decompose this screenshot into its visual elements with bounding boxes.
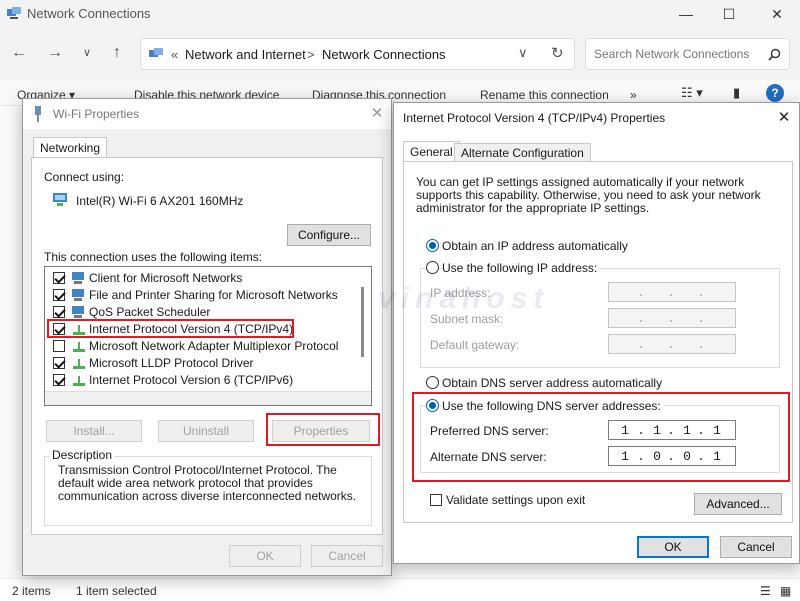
advanced-button[interactable]: Advanced...	[694, 493, 782, 515]
protocol-icon	[73, 359, 85, 369]
configure-button[interactable]: Configure...	[287, 224, 371, 246]
obtain-dns-auto-label[interactable]: Obtain DNS server address automatically	[442, 376, 662, 390]
dns-highlight-box	[412, 392, 790, 482]
subnet-mask-input[interactable]: ...	[608, 308, 736, 328]
address-dropdown-icon[interactable]: ∨	[518, 45, 528, 61]
breadcrumb-network-and-internet[interactable]: Network and Internet	[185, 47, 306, 62]
rename-button[interactable]: Rename this connection	[480, 88, 609, 102]
properties-highlight-box	[266, 413, 380, 446]
intro-text: You can get IP settings assigned automat…	[416, 175, 761, 215]
window-close-button[interactable]: ✕	[766, 4, 788, 24]
search-icon[interactable]	[768, 48, 781, 61]
item-label: Microsoft Network Adapter Multiplexor Pr…	[89, 339, 339, 353]
item-label: Microsoft LLDP Protocol Driver	[89, 356, 254, 370]
network-folder-icon	[149, 48, 163, 57]
ipv4-dialog-title: Internet Protocol Version 4 (TCP/IPv4) P…	[403, 111, 666, 125]
obtain-ip-auto-radio[interactable]	[426, 239, 439, 252]
minimize-button[interactable]: —	[675, 4, 697, 24]
wifi-ok-button[interactable]: OK	[229, 545, 301, 567]
default-gateway-input[interactable]: ...	[608, 334, 736, 354]
details-view-icon[interactable]: ☰	[760, 584, 771, 598]
breadcrumb-network-connections[interactable]: Network Connections	[322, 47, 446, 62]
wifi-properties-dialog: Wi-Fi Properties ✕ Networking Connect us…	[22, 98, 392, 576]
item-label: Client for Microsoft Networks	[89, 271, 243, 285]
ipv4-dialog-titlebar: Internet Protocol Version 4 (TCP/IPv4) P…	[394, 103, 799, 133]
networking-panel: Connect using: Intel(R) Wi-Fi 6 AX201 16…	[31, 157, 383, 535]
validate-checkbox[interactable]	[430, 494, 442, 506]
list-scrollbar[interactable]	[361, 287, 364, 357]
obtain-ip-auto-label[interactable]: Obtain an IP address automatically	[442, 239, 628, 253]
selection-count: 1 item selected	[76, 584, 157, 598]
description-title: Description	[50, 448, 115, 462]
recent-chevron-icon[interactable]: ∨	[76, 42, 98, 64]
client-network-icon	[72, 272, 84, 284]
tab-general[interactable]: General	[403, 141, 460, 161]
wifi-cancel-button[interactable]: Cancel	[311, 545, 383, 567]
item-checkbox[interactable]	[53, 306, 65, 318]
list-horizontal-scrollbar[interactable]	[45, 391, 371, 405]
item-checkbox[interactable]	[53, 272, 65, 284]
address-input[interactable]: « Network and Internet > Network Connect…	[140, 38, 575, 70]
wifi-dialog-title: Wi-Fi Properties	[53, 107, 140, 121]
address-overflow[interactable]: «	[171, 47, 178, 62]
adapter-name: Intel(R) Wi-Fi 6 AX201 160MHz	[76, 194, 244, 208]
use-following-ip-radio[interactable]	[426, 261, 439, 274]
ipv4-properties-dialog: Internet Protocol Version 4 (TCP/IPv4) P…	[393, 102, 800, 564]
wifi-dialog-close-icon[interactable]: ✕	[365, 103, 389, 125]
network-connections-icon	[7, 7, 21, 19]
item-label: QoS Packet Scheduler	[89, 305, 211, 319]
network-adapter-icon	[53, 193, 67, 206]
wifi-adapter-icon	[35, 106, 41, 122]
item-label: Internet Protocol Version 6 (TCP/IPv6)	[89, 373, 294, 387]
item-checkbox[interactable]	[53, 289, 65, 301]
tiles-view-icon[interactable]: ▦	[780, 584, 791, 598]
default-gateway-label: Default gateway:	[430, 338, 520, 352]
change-view-icon[interactable]: ☷ ▾	[681, 85, 703, 101]
validate-label[interactable]: Validate settings upon exit	[446, 493, 585, 507]
forward-arrow-icon[interactable]: →	[44, 42, 66, 64]
use-following-ip-label[interactable]: Use the following IP address:	[442, 261, 601, 275]
breadcrumb-separator: >	[307, 47, 315, 62]
help-icon[interactable]: ?	[766, 84, 784, 102]
address-bar-row: ← → ∨ ↑ « Network and Internet > Network…	[0, 28, 800, 80]
maximize-button[interactable]: ☐	[718, 4, 740, 24]
search-placeholder: Search Network Connections	[594, 47, 750, 61]
tab-alternate-configuration[interactable]: Alternate Configuration	[454, 143, 591, 161]
wifi-dialog-titlebar: Wi-Fi Properties ✕	[23, 99, 391, 129]
item-checkbox[interactable]	[53, 340, 65, 352]
protocol-icon	[73, 342, 85, 352]
preview-pane-icon[interactable]: ▮	[733, 85, 740, 101]
item-count: 2 items	[12, 584, 51, 598]
general-panel: You can get IP settings assigned automat…	[403, 161, 793, 523]
ipv4-cancel-button[interactable]: Cancel	[720, 536, 792, 558]
explorer-titlebar: Network Connections — ☐ ✕	[0, 0, 800, 28]
obtain-dns-auto-radio[interactable]	[426, 376, 439, 389]
ip-address-input[interactable]: ...	[608, 282, 736, 302]
ipv4-highlight-box	[47, 319, 294, 338]
search-input[interactable]: Search Network Connections	[585, 38, 790, 70]
item-checkbox[interactable]	[53, 374, 65, 386]
more-commands-button[interactable]: »	[630, 88, 637, 102]
back-arrow-icon[interactable]: ←	[8, 42, 30, 64]
refresh-icon[interactable]: ↻	[551, 44, 564, 62]
items-label: This connection uses the following items…	[44, 250, 263, 264]
item-label: File and Printer Sharing for Microsoft N…	[89, 288, 338, 302]
uninstall-button[interactable]: Uninstall	[158, 420, 254, 442]
protocol-icon	[73, 376, 85, 386]
install-button[interactable]: Install...	[46, 420, 142, 442]
connect-using-label: Connect using:	[44, 170, 125, 184]
ipv4-ok-button[interactable]: OK	[637, 536, 709, 558]
item-checkbox[interactable]	[53, 357, 65, 369]
file-printer-sharing-icon	[72, 289, 84, 301]
up-arrow-icon[interactable]: ↑	[106, 42, 128, 64]
description-text: Transmission Control Protocol/Internet P…	[58, 463, 357, 503]
watermark: vinahost	[378, 282, 550, 315]
qos-scheduler-icon	[72, 306, 84, 318]
ipv4-dialog-close-icon[interactable]: ✕	[772, 107, 796, 129]
window-title: Network Connections	[27, 6, 151, 21]
status-bar: 2 items 1 item selected ☰ ▦	[0, 578, 800, 601]
tab-networking[interactable]: Networking	[33, 137, 108, 157]
